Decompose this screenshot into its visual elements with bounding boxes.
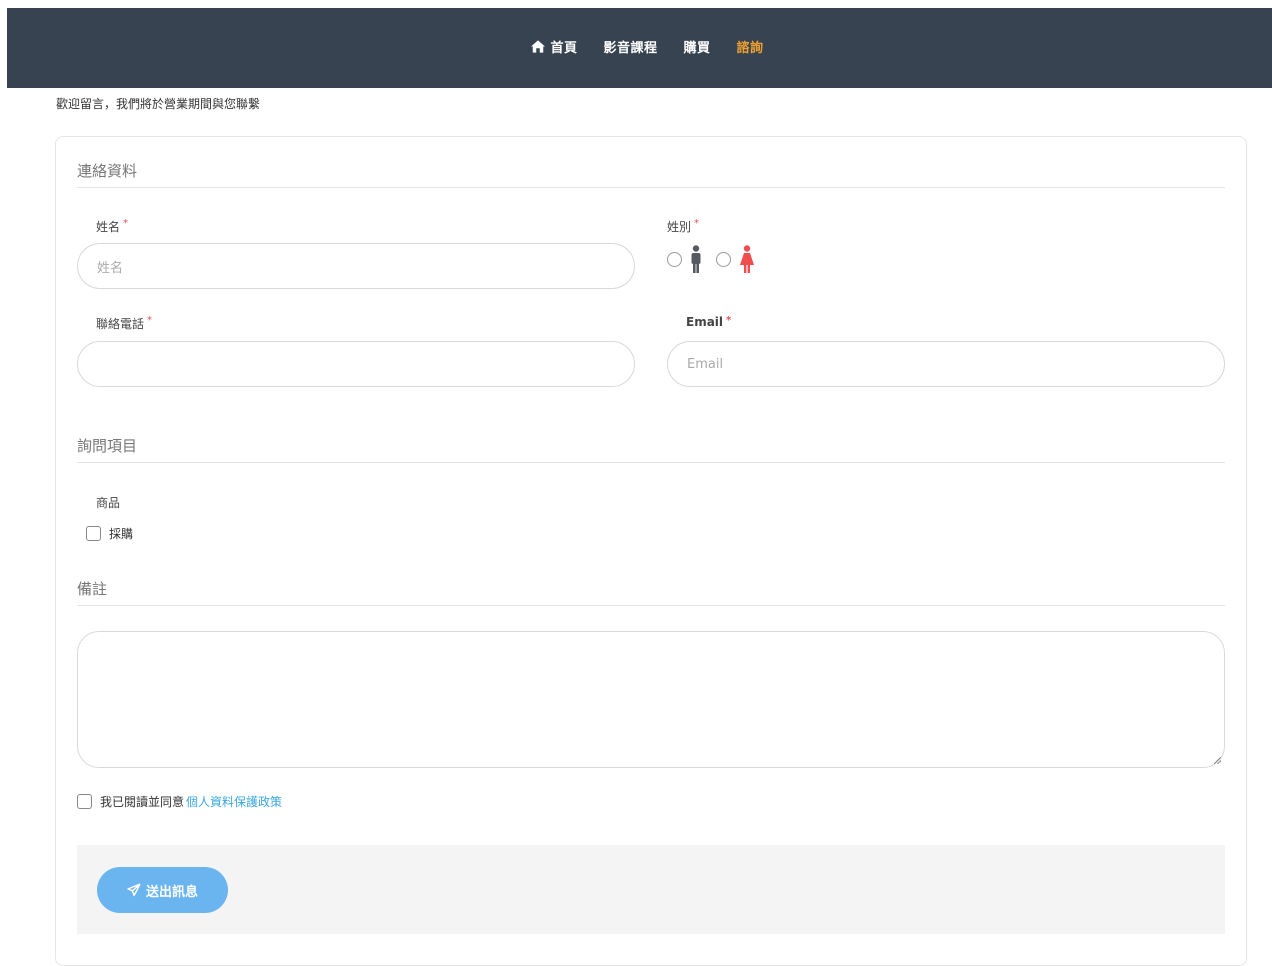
name-input-placeholder: 姓名 [97, 260, 124, 276]
resize-grip-icon[interactable] [1214, 757, 1221, 764]
email-label: Email * [686, 315, 732, 329]
top-navbar: 首頁 影音課程 購買 諮詢 [7, 8, 1272, 88]
paper-plane-icon [127, 883, 141, 897]
purchase-checkbox-label: 採購 [109, 527, 134, 541]
gender-option-female[interactable] [716, 245, 755, 273]
gender-label: 姓別 * [667, 218, 700, 234]
agreement-text: 我已閱讀並同意 [100, 795, 185, 809]
email-input[interactable]: Email [667, 341, 1225, 387]
nav-item-home-label: 首頁 [550, 40, 578, 56]
section-divider [77, 462, 1225, 463]
nav-item-home[interactable]: 首頁 [518, 37, 590, 56]
phone-input[interactable] [77, 341, 635, 387]
home-icon [531, 39, 546, 53]
inquiry-option-purchase[interactable]: 採購 [86, 525, 133, 542]
required-mark: * [694, 218, 700, 229]
submit-button[interactable]: 送出訊息 [97, 867, 228, 913]
nav-item-consult[interactable]: 諮詢 [724, 37, 777, 56]
privacy-policy-link[interactable]: 個人資料保護政策 [186, 793, 282, 810]
gender-male-radio[interactable] [667, 251, 682, 267]
nav-menu: 首頁 影音課程 購買 諮詢 [518, 37, 776, 56]
product-group-label: 商品 [96, 496, 121, 510]
gender-radio-group [667, 245, 765, 273]
name-input[interactable]: 姓名 [77, 243, 635, 289]
nav-item-courses[interactable]: 影音課程 [590, 37, 670, 56]
name-label: 姓名 * [96, 218, 129, 234]
nav-item-courses-label: 影音課程 [603, 40, 658, 56]
section-title-notes: 備註 [77, 580, 108, 598]
section-title-contact: 連絡資料 [77, 162, 138, 180]
submit-button-label: 送出訊息 [145, 884, 198, 900]
intro-text: 歡迎留言，我們將於營業期間與您聯繫 [56, 97, 261, 111]
section-divider [77, 605, 1225, 606]
section-title-inquiry: 詢問項目 [77, 437, 138, 455]
notes-textarea[interactable] [77, 631, 1225, 768]
required-mark: * [726, 315, 732, 326]
submit-area: 送出訊息 [77, 845, 1225, 934]
gender-option-male[interactable] [667, 245, 702, 273]
purchase-checkbox[interactable] [86, 526, 101, 541]
phone-label: 聯絡電話 * [96, 315, 153, 331]
nav-item-purchase-label: 購買 [683, 40, 711, 56]
section-divider [77, 187, 1225, 188]
male-icon [691, 245, 701, 273]
agreement-row[interactable]: 我已閱讀並同意 個人資料保護政策 [77, 793, 282, 810]
gender-female-radio[interactable] [716, 251, 731, 267]
email-input-placeholder: Email [687, 356, 724, 372]
female-icon [740, 245, 754, 273]
nav-item-consult-label: 諮詢 [736, 40, 764, 56]
nav-item-purchase[interactable]: 購買 [671, 37, 724, 56]
required-mark: * [123, 218, 129, 229]
required-mark: * [147, 315, 153, 326]
agreement-checkbox[interactable] [77, 794, 92, 809]
